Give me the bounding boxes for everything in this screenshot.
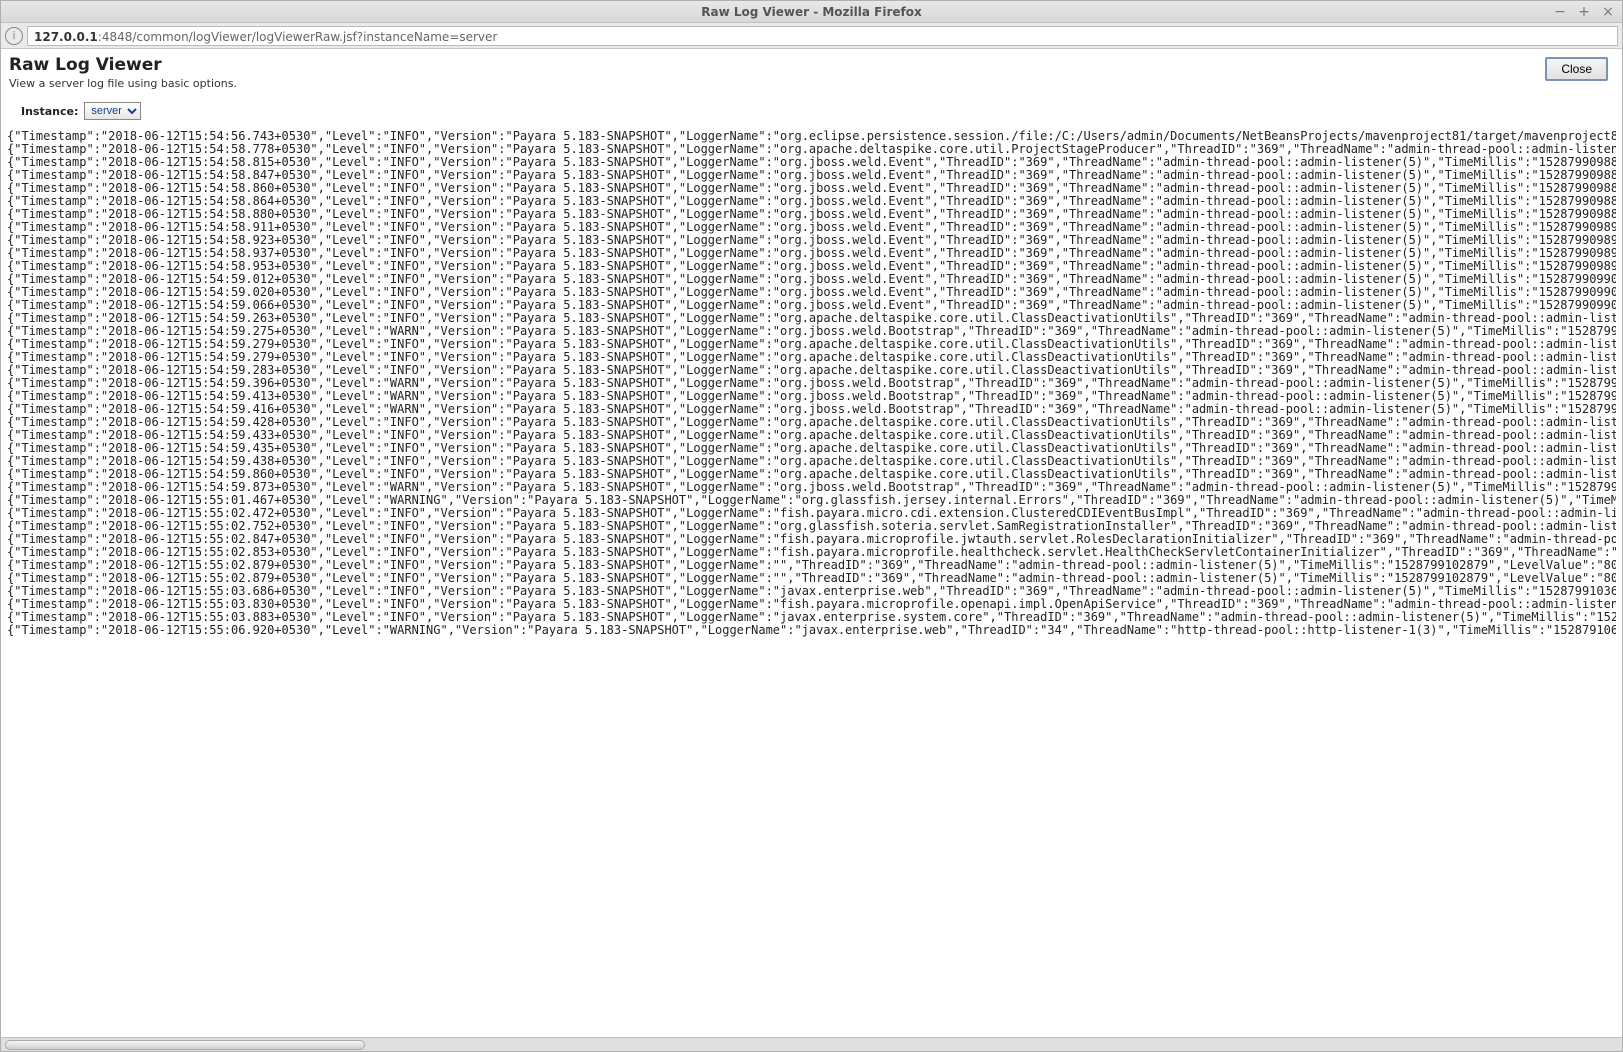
- log-line: {"Timestamp":"2018-06-12T15:55:03.830+05…: [7, 598, 1616, 611]
- log-line: {"Timestamp":"2018-06-12T15:54:59.428+05…: [7, 416, 1616, 429]
- browser-window: Raw Log Viewer - Mozilla Firefox − + × i…: [0, 0, 1623, 1052]
- scrollbar-thumb[interactable]: [5, 1040, 365, 1050]
- window-minimize-button[interactable]: −: [1552, 4, 1568, 20]
- horizontal-scrollbar[interactable]: [1, 1037, 1622, 1051]
- log-line: {"Timestamp":"2018-06-12T15:54:59.435+05…: [7, 442, 1616, 455]
- log-line: {"Timestamp":"2018-06-12T15:54:59.396+05…: [7, 377, 1616, 390]
- window-close-button[interactable]: ×: [1600, 4, 1616, 20]
- log-line: {"Timestamp":"2018-06-12T15:54:58.864+05…: [7, 195, 1616, 208]
- log-line: {"Timestamp":"2018-06-12T15:54:59.433+05…: [7, 429, 1616, 442]
- log-line: {"Timestamp":"2018-06-12T15:55:03.883+05…: [7, 611, 1616, 624]
- log-line: {"Timestamp":"2018-06-12T15:54:59.263+05…: [7, 312, 1616, 325]
- log-line: {"Timestamp":"2018-06-12T15:54:58.923+05…: [7, 234, 1616, 247]
- log-line: {"Timestamp":"2018-06-12T15:54:58.880+05…: [7, 208, 1616, 221]
- log-line: {"Timestamp":"2018-06-12T15:54:59.020+05…: [7, 286, 1616, 299]
- log-line: {"Timestamp":"2018-06-12T15:54:59.438+05…: [7, 455, 1616, 468]
- log-line: {"Timestamp":"2018-06-12T15:55:02.847+05…: [7, 533, 1616, 546]
- log-line: {"Timestamp":"2018-06-12T15:54:59.279+05…: [7, 338, 1616, 351]
- instance-row: Instance: server: [1, 92, 1622, 126]
- log-line: {"Timestamp":"2018-06-12T15:55:02.472+05…: [7, 507, 1616, 520]
- log-line: {"Timestamp":"2018-06-12T15:54:58.778+05…: [7, 143, 1616, 156]
- url-host: 127.0.0.1: [34, 30, 98, 44]
- instance-label: Instance:: [21, 105, 78, 118]
- window-controls: − + ×: [1552, 1, 1616, 22]
- url-field[interactable]: 127.0.0.1:4848/common/logViewer/logViewe…: [27, 26, 1618, 46]
- log-line: {"Timestamp":"2018-06-12T15:55:06.920+05…: [7, 624, 1616, 637]
- window-title: Raw Log Viewer - Mozilla Firefox: [1, 5, 1622, 19]
- page-title: Raw Log Viewer: [9, 55, 1545, 75]
- close-button[interactable]: Close: [1545, 57, 1608, 81]
- window-maximize-button[interactable]: +: [1576, 4, 1592, 20]
- log-line: {"Timestamp":"2018-06-12T15:54:58.815+05…: [7, 156, 1616, 169]
- log-line: {"Timestamp":"2018-06-12T15:54:56.743+05…: [7, 130, 1616, 143]
- log-line: {"Timestamp":"2018-06-12T15:54:59.413+05…: [7, 390, 1616, 403]
- log-line: {"Timestamp":"2018-06-12T15:54:58.847+05…: [7, 169, 1616, 182]
- log-line: {"Timestamp":"2018-06-12T15:55:02.752+05…: [7, 520, 1616, 533]
- info-icon[interactable]: i: [5, 27, 23, 45]
- log-line: {"Timestamp":"2018-06-12T15:54:59.279+05…: [7, 351, 1616, 364]
- page-content: Raw Log Viewer View a server log file us…: [1, 49, 1622, 1037]
- url-path: :4848/common/logViewer/logViewerRaw.jsf?…: [98, 30, 498, 44]
- log-line: {"Timestamp":"2018-06-12T15:55:02.879+05…: [7, 559, 1616, 572]
- log-line: {"Timestamp":"2018-06-12T15:54:58.953+05…: [7, 260, 1616, 273]
- log-line: {"Timestamp":"2018-06-12T15:54:59.283+05…: [7, 364, 1616, 377]
- addressbar: i 127.0.0.1:4848/common/logViewer/logVie…: [1, 23, 1622, 49]
- log-line: {"Timestamp":"2018-06-12T15:54:59.416+05…: [7, 403, 1616, 416]
- log-line: {"Timestamp":"2018-06-12T15:55:03.686+05…: [7, 585, 1616, 598]
- page-subtitle: View a server log file using basic optio…: [9, 77, 1545, 90]
- log-line: {"Timestamp":"2018-06-12T15:54:59.066+05…: [7, 299, 1616, 312]
- log-line: {"Timestamp":"2018-06-12T15:54:59.012+05…: [7, 273, 1616, 286]
- log-output: {"Timestamp":"2018-06-12T15:54:56.743+05…: [1, 126, 1622, 645]
- page-header-left: Raw Log Viewer View a server log file us…: [9, 55, 1545, 90]
- log-line: {"Timestamp":"2018-06-12T15:55:02.879+05…: [7, 572, 1616, 585]
- log-line: {"Timestamp":"2018-06-12T15:54:58.937+05…: [7, 247, 1616, 260]
- log-line: {"Timestamp":"2018-06-12T15:54:59.275+05…: [7, 325, 1616, 338]
- log-line: {"Timestamp":"2018-06-12T15:54:59.873+05…: [7, 481, 1616, 494]
- instance-select[interactable]: server: [84, 102, 141, 120]
- log-line: {"Timestamp":"2018-06-12T15:54:59.860+05…: [7, 468, 1616, 481]
- log-line: {"Timestamp":"2018-06-12T15:55:02.853+05…: [7, 546, 1616, 559]
- log-line: {"Timestamp":"2018-06-12T15:55:01.467+05…: [7, 494, 1616, 507]
- page-header: Raw Log Viewer View a server log file us…: [1, 49, 1622, 92]
- titlebar: Raw Log Viewer - Mozilla Firefox − + ×: [1, 1, 1622, 23]
- log-line: {"Timestamp":"2018-06-12T15:54:58.860+05…: [7, 182, 1616, 195]
- log-line: {"Timestamp":"2018-06-12T15:54:58.911+05…: [7, 221, 1616, 234]
